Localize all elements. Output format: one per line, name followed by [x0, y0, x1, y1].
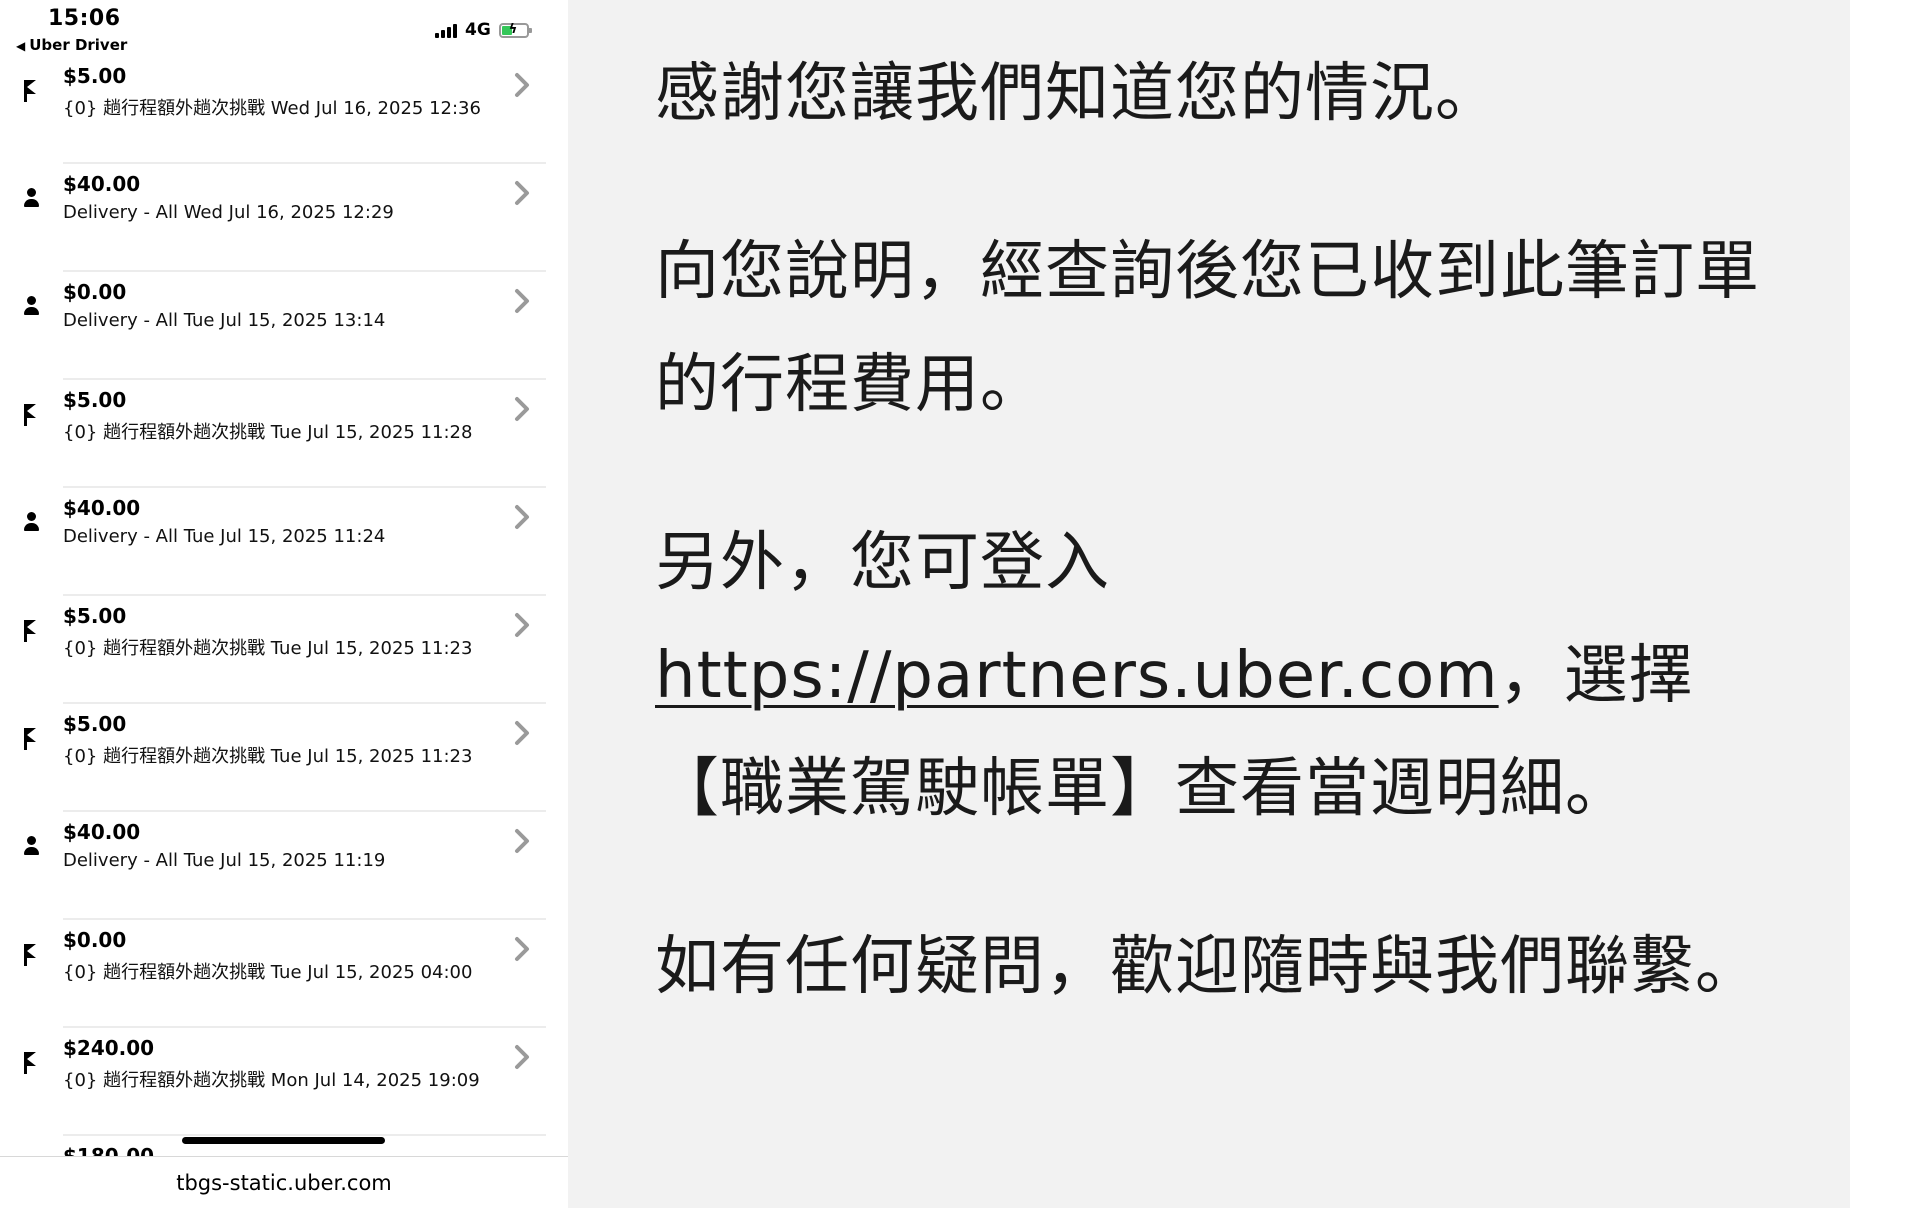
trip-list: $5.00 {0} 趟行程額外趟次挑戰 Wed Jul 16, 2025 12:3… — [0, 56, 568, 1136]
trip-row[interactable]: $40.00 Delivery - All Tue Jul 15, 2025 11… — [0, 488, 568, 596]
trip-amount: $40.00 — [63, 172, 141, 196]
trip-row[interactable]: $240.00 {0} 趟行程額外趟次挑戰 Mon Jul 14, 2025 19… — [0, 1028, 568, 1136]
chevron-right-icon[interactable] — [514, 396, 530, 422]
flag-icon — [22, 620, 42, 644]
signal-icon — [435, 22, 457, 38]
chevron-right-icon[interactable] — [514, 720, 530, 746]
flag-icon — [22, 1052, 42, 1076]
network-type: 4G — [465, 20, 491, 40]
trip-description: {0} 趟行程額外趟次挑戰 Wed Jul 16, 2025 12:36 — [63, 98, 481, 119]
battery-icon: ϟ — [498, 22, 532, 38]
message-paragraph-2: 向您說明，經查詢後您已收到此筆訂單的行程費用。 — [655, 235, 1760, 422]
flag-icon — [22, 404, 42, 428]
trip-description: {0} 趟行程額外趟次挑戰 Tue Jul 15, 2025 11:23 — [63, 746, 473, 767]
person-icon — [22, 512, 42, 536]
message-paragraph-4: 如有任何疑問，歡迎隨時與我們聯繫。 — [655, 930, 1760, 1004]
trip-description: {0} 趟行程額外趟次挑戰 Tue Jul 15, 2025 04:00 — [63, 962, 473, 983]
trip-row[interactable]: $5.00 {0} 趟行程額外趟次挑戰 Wed Jul 16, 2025 12:3… — [0, 56, 568, 164]
trip-description: Delivery - All Tue Jul 15, 2025 11:19 — [63, 850, 386, 871]
flag-icon — [22, 728, 42, 752]
trip-description: {0} 趟行程額外趟次挑戰 Tue Jul 15, 2025 11:23 — [63, 638, 473, 659]
trip-amount: $240.00 — [63, 1036, 155, 1060]
flag-icon — [22, 80, 42, 104]
partial-row-amount: $180.00 — [63, 1144, 155, 1156]
flag-icon — [22, 944, 42, 968]
trip-amount: $40.00 — [63, 496, 141, 520]
trip-amount: $0.00 — [63, 928, 127, 952]
chevron-right-icon[interactable] — [514, 288, 530, 314]
trip-description: {0} 趟行程額外趟次挑戰 Mon Jul 14, 2025 19:09 — [63, 1070, 480, 1091]
browser-url-bar[interactable]: tbgs-static.uber.com — [0, 1156, 568, 1208]
trip-row[interactable]: $0.00 {0} 趟行程額外趟次挑戰 Tue Jul 15, 2025 04:0… — [0, 920, 568, 1028]
trip-description: {0} 趟行程額外趟次挑戰 Tue Jul 15, 2025 11:28 — [63, 422, 473, 443]
home-indicator — [182, 1137, 385, 1144]
trip-description: Delivery - All Tue Jul 15, 2025 13:14 — [63, 310, 386, 331]
row-divider — [63, 1134, 546, 1136]
trip-amount: $5.00 — [63, 388, 127, 412]
chevron-right-icon[interactable] — [514, 828, 530, 854]
url-text: tbgs-static.uber.com — [176, 1171, 392, 1195]
back-triangle-icon: ◀ — [16, 39, 26, 53]
chevron-right-icon[interactable] — [514, 612, 530, 638]
person-icon — [22, 188, 42, 212]
message-p3-before: 另外，您可登入 — [655, 526, 1110, 600]
trip-row[interactable]: $40.00 Delivery - All Tue Jul 15, 2025 11… — [0, 812, 568, 920]
right-margin — [1850, 0, 1920, 1208]
support-message: 感謝您讓我們知道您的情況。 向您說明，經查詢後您已收到此筆訂單的行程費用。 另外… — [655, 38, 1775, 1089]
person-icon — [22, 836, 42, 860]
trip-row[interactable]: $5.00 {0} 趟行程額外趟次挑戰 Tue Jul 15, 2025 11:2… — [0, 380, 568, 488]
chevron-right-icon[interactable] — [514, 936, 530, 962]
trip-description: Delivery - All Wed Jul 16, 2025 12:29 — [63, 202, 394, 223]
person-icon — [22, 296, 42, 320]
status-time: 15:06 — [48, 6, 121, 31]
trip-description: Delivery - All Tue Jul 15, 2025 11:24 — [63, 526, 386, 547]
uber-driver-app-panel: 15:06 ◀ Uber Driver 4G ϟ $5.00 {0} 趟行程額外趟次… — [0, 0, 568, 1208]
trip-amount: $0.00 — [63, 280, 127, 304]
back-app-label: Uber Driver — [29, 36, 128, 54]
trip-amount: $5.00 — [63, 64, 127, 88]
message-paragraph-1: 感謝您讓我們知道您的情況。 — [655, 57, 1500, 131]
chevron-right-icon[interactable] — [514, 504, 530, 530]
partners-link[interactable]: https://partners.uber.com — [655, 639, 1499, 713]
chevron-right-icon[interactable] — [514, 1044, 530, 1070]
back-to-app-link[interactable]: ◀ Uber Driver — [16, 36, 127, 54]
chevron-right-icon[interactable] — [514, 72, 530, 98]
trip-row[interactable]: $0.00 Delivery - All Tue Jul 15, 2025 13:… — [0, 272, 568, 380]
support-message-panel: 感謝您讓我們知道您的情況。 向您說明，經查詢後您已收到此筆訂單的行程費用。 另外… — [568, 0, 1850, 1208]
trip-amount: $5.00 — [63, 604, 127, 628]
trip-row[interactable]: $5.00 {0} 趟行程額外趟次挑戰 Tue Jul 15, 2025 11:2… — [0, 596, 568, 704]
trip-row[interactable]: $40.00 Delivery - All Wed Jul 16, 2025 12… — [0, 164, 568, 272]
trip-amount: $5.00 — [63, 712, 127, 736]
status-indicators: 4G ϟ — [435, 20, 532, 40]
message-paragraph-3: 另外，您可登入https://partners.uber.com，選擇【職業駕駛… — [655, 507, 1775, 846]
chevron-right-icon[interactable] — [514, 180, 530, 206]
trip-row[interactable]: $5.00 {0} 趟行程額外趟次挑戰 Tue Jul 15, 2025 11:2… — [0, 704, 568, 812]
trip-amount: $40.00 — [63, 820, 141, 844]
